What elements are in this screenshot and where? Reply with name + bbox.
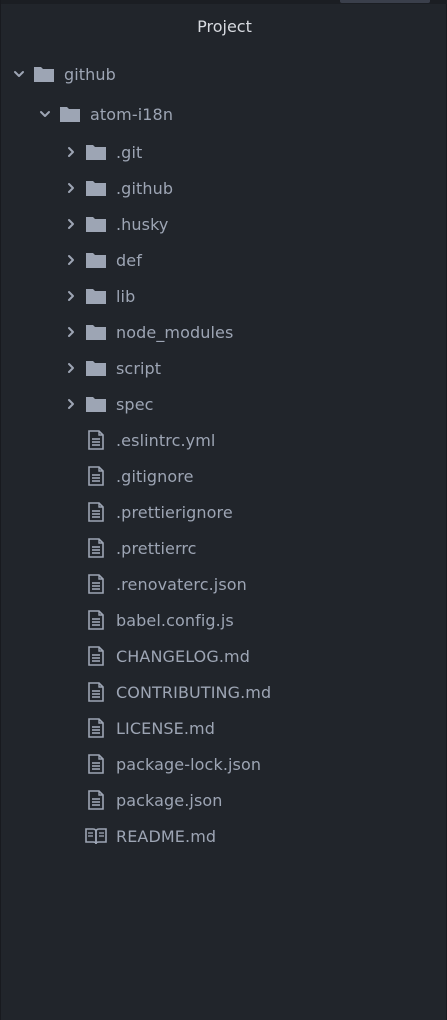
file-tree: github atom-i18n .git .github .husky def… <box>1 54 447 854</box>
tree-item-file-eslintrc-yml[interactable]: .eslintrc.yml <box>1 422 447 458</box>
tree-item-label: CHANGELOG.md <box>116 646 250 666</box>
tree-item-label: def <box>116 250 142 270</box>
project-panel: Project github atom-i18n .git .github .h… <box>0 0 447 1020</box>
chevron-right-icon[interactable] <box>63 288 79 304</box>
tree-item-label: .prettierignore <box>116 502 233 522</box>
tree-item-file-license-md[interactable]: LICENSE.md <box>1 710 447 746</box>
chevron-down-icon[interactable] <box>37 106 53 122</box>
file-text-icon <box>85 502 107 522</box>
tree-item-label: babel.config.js <box>116 610 234 630</box>
chevron-right-icon[interactable] <box>63 216 79 232</box>
tree-item-label: .github <box>116 178 174 198</box>
tree-item-folder-git[interactable]: .git <box>1 134 447 170</box>
tree-item-label: github <box>64 64 116 84</box>
tree-item-folder-lib[interactable]: lib <box>1 278 447 314</box>
tree-item-atom-i18n[interactable]: atom-i18n <box>1 94 447 134</box>
folder-icon <box>33 64 55 84</box>
tree-item-label: atom-i18n <box>90 104 174 124</box>
chevron-right-icon[interactable] <box>63 144 79 160</box>
tree-item-file-changelog-md[interactable]: CHANGELOG.md <box>1 638 447 674</box>
tree-item-file-babel-config-js[interactable]: babel.config.js <box>1 602 447 638</box>
chevron-right-icon[interactable] <box>63 324 79 340</box>
file-text-icon <box>85 718 107 738</box>
panel-top-edge <box>1 0 447 4</box>
folder-icon <box>85 358 107 378</box>
file-text-icon <box>85 430 107 450</box>
folder-icon <box>85 286 107 306</box>
tree-item-label: package-lock.json <box>116 754 262 774</box>
tree-item-label: node_modules <box>116 322 234 342</box>
book-icon <box>85 826 107 846</box>
tree-item-github[interactable]: github <box>1 54 447 94</box>
folder-icon <box>85 394 107 414</box>
tree-item-folder-spec[interactable]: spec <box>1 386 447 422</box>
chevron-right-icon[interactable] <box>63 360 79 376</box>
tree-item-label: package.json <box>116 790 223 810</box>
tree-item-folder-def[interactable]: def <box>1 242 447 278</box>
tree-item-label: .git <box>116 142 143 162</box>
folder-icon <box>59 104 81 124</box>
chevron-down-icon[interactable] <box>11 66 27 82</box>
folder-icon <box>85 178 107 198</box>
chevron-right-icon[interactable] <box>63 396 79 412</box>
tree-item-file-renovaterc-json[interactable]: .renovaterc.json <box>1 566 447 602</box>
file-text-icon <box>85 574 107 594</box>
file-text-icon <box>85 682 107 702</box>
tree-item-file-prettierignore[interactable]: .prettierignore <box>1 494 447 530</box>
tree-item-folder-github[interactable]: .github <box>1 170 447 206</box>
tree-item-folder-script[interactable]: script <box>1 350 447 386</box>
tree-item-label: README.md <box>116 826 217 846</box>
file-text-icon <box>85 790 107 810</box>
file-text-icon <box>85 466 107 486</box>
tree-item-file-readme-md[interactable]: README.md <box>1 818 447 854</box>
tree-item-folder-node-modules[interactable]: node_modules <box>1 314 447 350</box>
tree-item-label: lib <box>116 286 136 306</box>
chevron-right-icon[interactable] <box>63 252 79 268</box>
folder-icon <box>85 214 107 234</box>
tree-item-label: LICENSE.md <box>116 718 215 738</box>
file-text-icon <box>85 754 107 774</box>
tree-item-file-prettierrc[interactable]: .prettierrc <box>1 530 447 566</box>
tree-item-label: .renovaterc.json <box>116 574 247 594</box>
file-text-icon <box>85 610 107 630</box>
folder-icon <box>85 250 107 270</box>
tree-item-label: CONTRIBUTING.md <box>116 682 272 702</box>
tree-item-label: spec <box>116 394 154 414</box>
folder-icon <box>85 142 107 162</box>
tree-item-label: .husky <box>116 214 169 234</box>
tree-item-file-package-json[interactable]: package.json <box>1 782 447 818</box>
tree-item-label: .prettierrc <box>116 538 197 558</box>
tree-item-label: script <box>116 358 162 378</box>
panel-title: Project <box>197 17 252 36</box>
chevron-right-icon[interactable] <box>63 180 79 196</box>
file-text-icon <box>85 646 107 666</box>
folder-icon <box>85 322 107 342</box>
tree-item-label: .gitignore <box>116 466 194 486</box>
file-text-icon <box>85 538 107 558</box>
tree-item-folder-husky[interactable]: .husky <box>1 206 447 242</box>
tree-item-file-contributing-md[interactable]: CONTRIBUTING.md <box>1 674 447 710</box>
tree-item-file-gitignore[interactable]: .gitignore <box>1 458 447 494</box>
tree-item-file-package-lock-json[interactable]: package-lock.json <box>1 746 447 782</box>
tree-item-label: .eslintrc.yml <box>116 430 216 450</box>
